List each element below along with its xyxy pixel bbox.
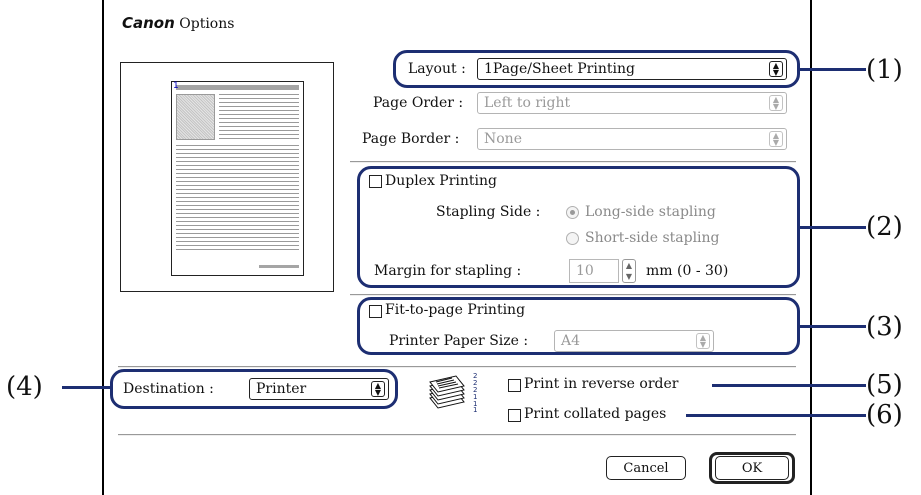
callout-frame-4 bbox=[110, 369, 398, 409]
ok-button-default-ring: OK bbox=[709, 452, 795, 484]
divider bbox=[118, 366, 796, 368]
callout-number-3: (3) bbox=[866, 312, 903, 342]
page-border-select-value: None bbox=[484, 131, 522, 147]
preview-footer-bar bbox=[259, 265, 299, 268]
preview-sheet: 1 bbox=[171, 81, 304, 276]
callout-line-4 bbox=[62, 386, 110, 389]
preview-header-bar bbox=[176, 85, 299, 90]
callout-frame-3 bbox=[357, 297, 800, 355]
page-order-select-value: Left to right bbox=[484, 95, 571, 111]
preview-text-lines bbox=[176, 145, 299, 253]
divider bbox=[350, 294, 796, 296]
preview-image-placeholder bbox=[176, 94, 215, 140]
callout-line-2 bbox=[800, 226, 866, 229]
page-order-select[interactable]: Left to right ▲ ▼ bbox=[477, 92, 787, 114]
brand-logo: Canon bbox=[122, 14, 175, 32]
dialog-title-text: Options bbox=[179, 16, 235, 32]
page-border-label: Page Border : bbox=[362, 131, 460, 147]
cancel-button[interactable]: Cancel bbox=[606, 456, 686, 480]
page-order-label: Page Order : bbox=[373, 95, 464, 111]
callout-number-6: (6) bbox=[866, 400, 903, 430]
callout-number-1: (1) bbox=[866, 55, 903, 85]
dialog-title: Canon Options bbox=[122, 14, 234, 32]
callout-line-1 bbox=[800, 68, 866, 71]
page-stack-icon: 222 111 bbox=[429, 372, 477, 412]
ok-button[interactable]: OK bbox=[715, 456, 789, 480]
svg-text:1: 1 bbox=[473, 406, 477, 412]
callout-number-4: (4) bbox=[6, 372, 43, 402]
popup-arrows-icon: ▲ ▼ bbox=[769, 131, 783, 147]
collated-checkbox[interactable] bbox=[508, 409, 521, 422]
callout-line-5 bbox=[712, 384, 866, 387]
callout-number-2: (2) bbox=[866, 212, 903, 242]
callout-number-5: (5) bbox=[866, 370, 903, 400]
popup-arrows-icon: ▲ ▼ bbox=[769, 95, 783, 111]
collated-label: Print collated pages bbox=[524, 406, 667, 422]
callout-frame-1 bbox=[393, 50, 800, 88]
reverse-order-label: Print in reverse order bbox=[524, 376, 679, 392]
preview-text-lines bbox=[219, 94, 299, 140]
divider bbox=[350, 161, 796, 163]
divider bbox=[118, 434, 796, 436]
reverse-order-checkbox[interactable] bbox=[508, 379, 521, 392]
preview-page-number: 1 bbox=[173, 81, 179, 91]
page-border-select[interactable]: None ▲ ▼ bbox=[477, 128, 787, 150]
layout-preview: 1 bbox=[120, 62, 334, 292]
callout-frame-2 bbox=[357, 166, 800, 288]
callout-line-6 bbox=[686, 414, 866, 417]
callout-line-3 bbox=[800, 325, 866, 328]
